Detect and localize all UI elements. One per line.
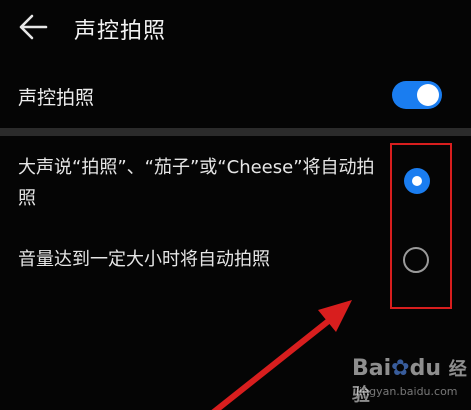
back-button[interactable] [18, 13, 48, 41]
watermark-url: jingyan.baidu.com [356, 385, 458, 398]
option-say-keyword-label: 大声说“拍照”、“茄子”或“Cheese”将自动拍照 [18, 157, 375, 209]
option-volume-level-label: 音量达到一定大小时将自动拍照 [18, 249, 270, 270]
voice-control-toggle-row[interactable]: 声控拍照 [0, 70, 471, 120]
voice-control-switch[interactable] [392, 81, 442, 109]
switch-knob [417, 84, 439, 106]
watermark-logo-text: Bai [352, 356, 392, 381]
paw-icon: ✿ [391, 356, 410, 381]
header: 声控拍照 [0, 0, 471, 56]
page-title: 声控拍照 [74, 19, 167, 44]
baidu-jingyan-watermark: Bai✿du 经验 jingyan.baidu.com [352, 355, 467, 406]
arrow-left-icon [19, 14, 48, 40]
watermark-logo-suffix: du [409, 356, 442, 381]
annotation-highlight-box [390, 143, 452, 309]
voice-control-label: 声控拍照 [18, 87, 95, 109]
section-divider [0, 128, 471, 136]
